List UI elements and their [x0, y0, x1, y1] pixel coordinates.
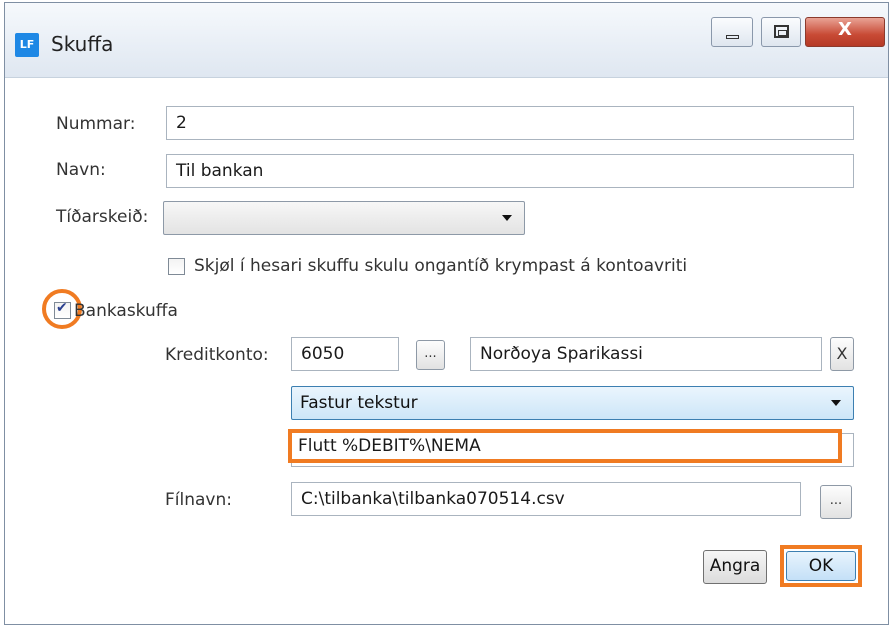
kreditkonto-field[interactable]: 6050	[291, 337, 399, 371]
close-button[interactable]: X	[805, 17, 885, 47]
text-mode-value: Fastur tekstur	[300, 393, 418, 413]
kreditkonto-browse-button[interactable]: ...	[416, 340, 445, 370]
clear-account-button[interactable]: X	[830, 337, 854, 371]
filnavn-field[interactable]: C:\tilbanka\tilbanka070514.csv	[291, 482, 801, 516]
shrink-checkbox-label: Skjøl í hesari skuffu skulu ongantíð kry…	[194, 256, 688, 276]
window-title: Skuffa	[51, 32, 114, 56]
minimize-button[interactable]	[711, 17, 753, 47]
bankaskuffa-checkbox[interactable]	[54, 300, 71, 319]
text-mode-select[interactable]: Fastur tekstur	[291, 386, 854, 420]
maximize-icon	[774, 25, 789, 38]
minimize-icon	[726, 35, 739, 39]
ok-button[interactable]: OK	[786, 551, 856, 581]
chevron-down-icon	[831, 400, 841, 406]
bankaskuffa-label: Bankaskuffa	[74, 301, 178, 321]
kreditkonto-label: Kreditkonto:	[165, 345, 269, 365]
tidarskeid-label: Tíðarskeið:	[56, 207, 149, 227]
title-bar[interactable]: LF Skuffa X	[5, 3, 888, 78]
tidarskeid-select[interactable]	[163, 201, 525, 235]
filnavn-label: Fílnavn:	[165, 490, 232, 510]
chevron-down-icon	[502, 215, 512, 221]
filnavn-browse-button[interactable]: ...	[820, 485, 852, 519]
text-value-field[interactable]: Flutt %DEBIT%\NEMA	[288, 429, 842, 463]
maximize-button[interactable]	[761, 17, 801, 47]
nummar-field[interactable]: 2	[166, 106, 854, 140]
navn-field[interactable]: Til bankan	[166, 154, 854, 188]
cancel-button[interactable]: Angra	[703, 550, 767, 584]
navn-label: Navn:	[56, 160, 106, 180]
app-logo-icon: LF	[15, 33, 39, 57]
account-name-field[interactable]: Norðoya Sparikassi	[470, 337, 822, 371]
close-icon: X	[838, 19, 852, 40]
nummar-label: Nummar:	[56, 114, 136, 134]
shrink-checkbox[interactable]	[168, 258, 185, 275]
